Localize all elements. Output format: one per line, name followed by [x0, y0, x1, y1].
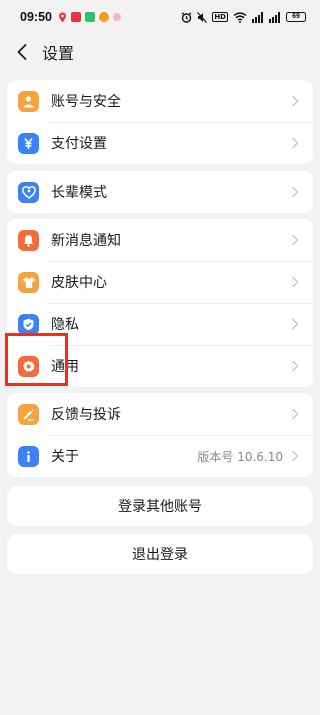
signal-icon: [252, 11, 263, 23]
settings-group-elder: 长辈模式: [7, 171, 313, 213]
settings-item-about[interactable]: 关于 版本号 10.6.10: [7, 435, 313, 477]
status-time: 09:50: [20, 10, 52, 24]
settings-item-label: 关于: [51, 449, 79, 465]
chevron-right-icon: [292, 186, 299, 198]
settings-item-label: 通用: [51, 359, 79, 375]
settings-item-payment[interactable]: 支付设置: [7, 122, 313, 164]
settings-item-skin-center[interactable]: 皮肤中心: [7, 261, 313, 303]
back-arrow-icon: [17, 44, 27, 60]
notification-icons: [58, 12, 121, 23]
version-number: 版本号 10.6.10: [197, 449, 283, 464]
signal-icon: [269, 11, 280, 23]
app-notify-icon: [84, 12, 95, 22]
settings-item-label: 皮肤中心: [51, 275, 107, 291]
alarm-icon: [181, 11, 192, 23]
back-button[interactable]: [2, 34, 42, 70]
switch-account-button[interactable]: 登录其他账号: [7, 486, 313, 526]
settings-item-account-security[interactable]: 账号与安全: [7, 80, 313, 122]
logout-button[interactable]: 退出登录: [7, 534, 313, 574]
settings-item-label: 反馈与投诉: [51, 407, 121, 423]
settings-item-label: 隐私: [51, 317, 79, 333]
wifi-icon: [233, 11, 247, 23]
app-notify-icon: [112, 13, 121, 21]
settings-group-about: 反馈与投诉 关于 版本号 10.6.10: [7, 393, 313, 477]
location-pin-icon: [58, 12, 66, 22]
system-status-icons: HD 69: [181, 11, 306, 23]
chevron-right-icon: [292, 137, 299, 149]
settings-item-elder-mode[interactable]: 长辈模式: [7, 171, 313, 213]
chevron-right-icon: [292, 234, 299, 246]
page-title: 设置: [42, 44, 75, 63]
bell-icon: [18, 229, 39, 251]
chevron-right-icon: [292, 95, 299, 107]
info-icon: [18, 445, 39, 467]
status-bar: 09:50 HD 69: [0, 0, 320, 34]
settings-item-label: 新消息通知: [51, 233, 121, 249]
chevron-right-icon: [292, 408, 299, 420]
shirt-icon: [18, 271, 39, 293]
app-notify-icon: [70, 12, 81, 22]
mute-icon: [197, 11, 208, 23]
person-icon: [18, 90, 39, 112]
app-notify-icon: [98, 12, 109, 22]
chevron-right-icon: [292, 450, 299, 462]
yuan-icon: [18, 132, 39, 154]
pencil-icon: [18, 403, 39, 425]
settings-item-label: 账号与安全: [51, 94, 121, 110]
hd-label: HD: [212, 12, 228, 22]
chevron-right-icon: [292, 276, 299, 288]
settings-item-label: 长辈模式: [51, 185, 107, 201]
settings-item-notifications[interactable]: 新消息通知: [7, 219, 313, 261]
shield-icon: [18, 313, 39, 335]
page-header: 设置: [0, 34, 320, 70]
chevron-right-icon: [292, 318, 299, 330]
chevron-right-icon: [292, 360, 299, 372]
settings-item-feedback[interactable]: 反馈与投诉: [7, 393, 313, 435]
settings-item-label: 支付设置: [51, 136, 107, 152]
highlight-annotation: [5, 333, 68, 386]
heart-care-icon: [18, 181, 39, 203]
battery-indicator: 69: [286, 12, 306, 22]
settings-group-account: 账号与安全 支付设置: [7, 80, 313, 164]
